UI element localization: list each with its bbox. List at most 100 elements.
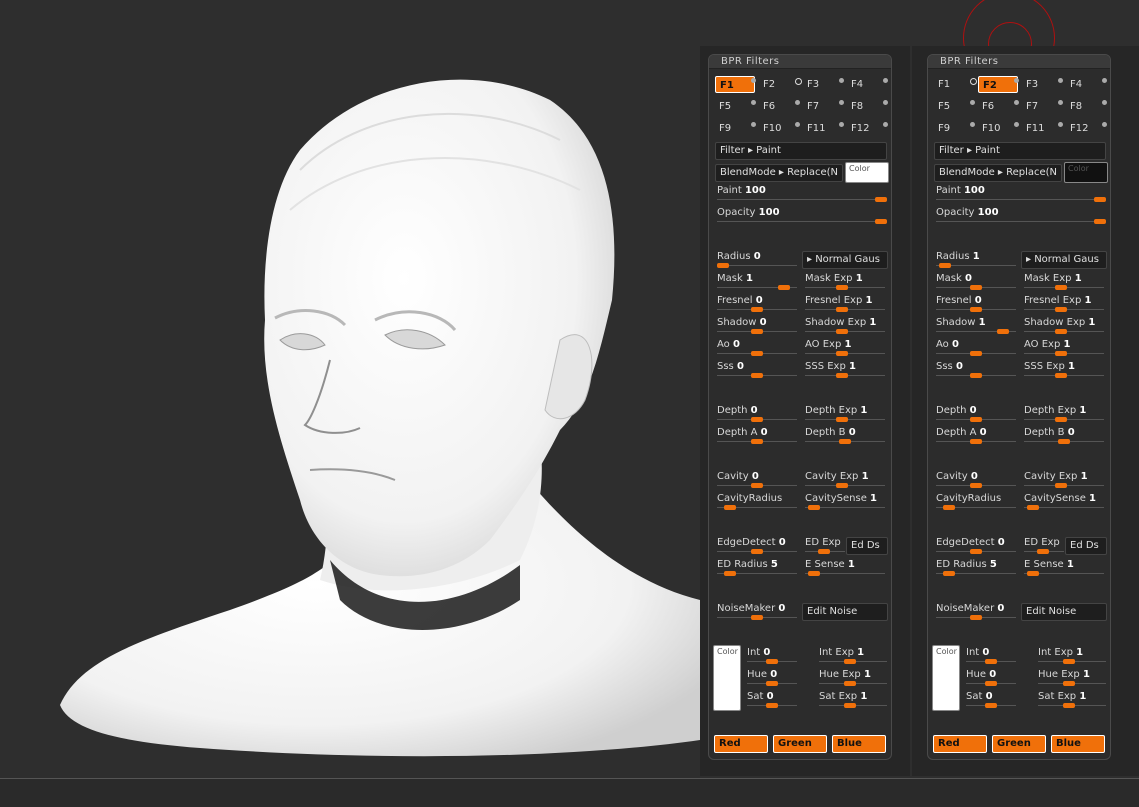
paint-slider-handle[interactable] [875, 197, 887, 202]
filter-slot-f9[interactable]: F9 [715, 120, 755, 137]
hsi-sat-exp-slider[interactable]: Sat Exp 1 [1038, 691, 1106, 708]
right-slider-e-sense[interactable]: E Sense 1 [1024, 559, 1104, 576]
blend-mode-dropdown[interactable]: BlendMode ▸ Replace(N [934, 164, 1062, 182]
left-slider-mask[interactable]: Mask 1 [717, 273, 797, 290]
right-slider-sss-exp-handle[interactable] [1055, 373, 1067, 378]
left-slider-edgedetect[interactable]: EdgeDetect 0 [936, 537, 1016, 554]
right-slider-mask-exp-handle[interactable] [836, 285, 848, 290]
channel-red-button[interactable]: Red [714, 735, 768, 753]
left-slider-noisemaker[interactable]: NoiseMaker 0 [717, 603, 797, 620]
filter-slot-f9[interactable]: F9 [934, 120, 974, 137]
left-slider-fresnel-handle[interactable] [751, 307, 763, 312]
right-slider-depth-exp[interactable]: Depth Exp 1 [1024, 405, 1104, 422]
hsi-int-slider[interactable]: Int 0 [966, 647, 1016, 664]
hsi-sat-exp-slider-handle[interactable] [1063, 703, 1075, 708]
left-slider-depth-a[interactable]: Depth A 0 [717, 427, 797, 444]
left-slider-cavityradius[interactable]: CavityRadius [936, 493, 1016, 510]
left-slider-fresnel[interactable]: Fresnel 0 [936, 295, 1016, 312]
hsi-int-slider[interactable]: Int 0 [747, 647, 797, 664]
hsi-sat-slider[interactable]: Sat 0 [966, 691, 1016, 708]
edit-noise-button[interactable]: Edit Noise [1021, 603, 1107, 621]
filter-slot-f7[interactable]: F7 [803, 98, 843, 115]
left-slider-depth[interactable]: Depth 0 [936, 405, 1016, 422]
left-slider-shadow[interactable]: Shadow 1 [936, 317, 1016, 334]
right-slider-cavity-exp-handle[interactable] [836, 483, 848, 488]
opacity-slider[interactable]: Opacity 100 [936, 207, 1106, 224]
left-slider-ed-radius-handle[interactable] [724, 571, 736, 576]
hsi-sat-slider[interactable]: Sat 0 [747, 691, 797, 708]
left-slider-cavity-handle[interactable] [970, 483, 982, 488]
filter-slot-f6[interactable]: F6 [978, 98, 1018, 115]
left-slider-cavity[interactable]: Cavity 0 [936, 471, 1016, 488]
filter-type-dropdown[interactable]: Filter ▸ Paint [934, 142, 1106, 160]
right-slider-depth-b-handle[interactable] [1058, 439, 1070, 444]
filter-slot-f8[interactable]: F8 [1066, 98, 1106, 115]
right-slider-shadow-exp[interactable]: Shadow Exp 1 [1024, 317, 1104, 334]
hsi-int-exp-slider[interactable]: Int Exp 1 [1038, 647, 1106, 664]
hsi-int-slider-handle[interactable] [985, 659, 997, 664]
left-slider-fresnel[interactable]: Fresnel 0 [717, 295, 797, 312]
right-slider-shadow-exp[interactable]: Shadow Exp 1 [805, 317, 885, 334]
left-slider-ao-handle[interactable] [970, 351, 982, 356]
filter-slot-f11[interactable]: F11 [803, 120, 843, 137]
hsi-hue-exp-slider-handle[interactable] [1063, 681, 1075, 686]
left-slider-shadow[interactable]: Shadow 0 [717, 317, 797, 334]
left-slider-depth-a-handle[interactable] [970, 439, 982, 444]
right-slider-sss-exp[interactable]: SSS Exp 1 [1024, 361, 1104, 378]
left-slider-mask[interactable]: Mask 0 [936, 273, 1016, 290]
right-slider-shadow-exp-handle[interactable] [1055, 329, 1067, 334]
left-slider-depth-a[interactable]: Depth A 0 [936, 427, 1016, 444]
channel-blue-button[interactable]: Blue [1051, 735, 1105, 753]
left-slider-noisemaker-handle[interactable] [970, 615, 982, 620]
noise-color-swatch[interactable]: Color [713, 645, 741, 711]
left-slider-cavity-handle[interactable] [751, 483, 763, 488]
noise-color-swatch[interactable]: Color [932, 645, 960, 711]
right-slider-fresnel-exp[interactable]: Fresnel Exp 1 [805, 295, 885, 312]
filter-slot-f2[interactable]: F2 [978, 76, 1018, 93]
right-slider-cavity-exp-handle[interactable] [1055, 483, 1067, 488]
filter-slot-f12[interactable]: F12 [847, 120, 887, 137]
right-slider-sss-exp-handle[interactable] [836, 373, 848, 378]
right-slider-shadow-exp-handle[interactable] [836, 329, 848, 334]
right-slider-fresnel-exp-handle[interactable] [836, 307, 848, 312]
blend-mode-dropdown[interactable]: BlendMode ▸ Replace(N [715, 164, 843, 182]
radius-slider[interactable]: Radius 0 [717, 251, 797, 268]
right-slider-depth-b[interactable]: Depth B 0 [805, 427, 885, 444]
normal-gauss-dropdown[interactable]: ▸ Normal Gaus [1021, 251, 1107, 269]
left-slider-cavityradius-handle[interactable] [943, 505, 955, 510]
left-slider-sss-handle[interactable] [970, 373, 982, 378]
right-slider-ed-exp[interactable]: ED Exp [805, 537, 845, 554]
right-slider-depth-exp[interactable]: Depth Exp 1 [805, 405, 885, 422]
filter-slot-f11[interactable]: F11 [1022, 120, 1062, 137]
opacity-slider-handle[interactable] [1094, 219, 1106, 224]
right-slider-depth-b-handle[interactable] [839, 439, 851, 444]
hsi-hue-slider-handle[interactable] [985, 681, 997, 686]
right-slider-depth-b[interactable]: Depth B 0 [1024, 427, 1104, 444]
right-slider-e-sense-handle[interactable] [1027, 571, 1039, 576]
filter-slot-f8[interactable]: F8 [847, 98, 887, 115]
hsi-hue-slider[interactable]: Hue 0 [747, 669, 797, 686]
left-slider-sss[interactable]: Sss 0 [936, 361, 1016, 378]
left-slider-cavityradius-handle[interactable] [724, 505, 736, 510]
hsi-sat-slider-handle[interactable] [985, 703, 997, 708]
ed-ds-button[interactable]: Ed Ds [1065, 537, 1107, 555]
left-slider-depth-a-handle[interactable] [751, 439, 763, 444]
right-slider-e-sense-handle[interactable] [808, 571, 820, 576]
channel-blue-button[interactable]: Blue [832, 735, 886, 753]
edit-noise-button[interactable]: Edit Noise [802, 603, 888, 621]
right-slider-ed-exp-handle[interactable] [1037, 549, 1049, 554]
left-slider-noisemaker[interactable]: NoiseMaker 0 [936, 603, 1016, 620]
filter-slot-f10[interactable]: F10 [978, 120, 1018, 137]
hsi-int-exp-slider-handle[interactable] [1063, 659, 1075, 664]
normal-gauss-dropdown[interactable]: ▸ Normal Gaus [802, 251, 888, 269]
filter-slot-f6[interactable]: F6 [759, 98, 799, 115]
right-slider-ao-exp-handle[interactable] [1055, 351, 1067, 356]
right-slider-ao-exp[interactable]: AO Exp 1 [1024, 339, 1104, 356]
left-slider-mask-handle[interactable] [778, 285, 790, 290]
right-slider-cavity-exp[interactable]: Cavity Exp 1 [805, 471, 885, 488]
paint-slider[interactable]: Paint 100 [717, 185, 887, 202]
left-slider-edgedetect-handle[interactable] [970, 549, 982, 554]
hsi-sat-slider-handle[interactable] [766, 703, 778, 708]
left-slider-ao[interactable]: Ao 0 [717, 339, 797, 356]
blend-color-swatch[interactable]: Color [845, 162, 889, 183]
